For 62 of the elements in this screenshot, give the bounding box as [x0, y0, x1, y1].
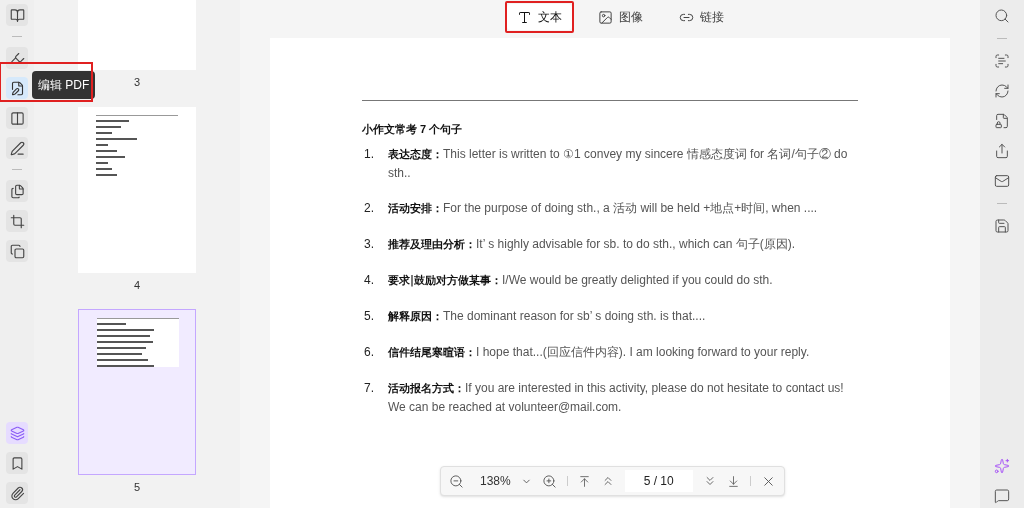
crop-icon	[9, 213, 25, 229]
tool-button[interactable]	[6, 107, 28, 129]
save-icon[interactable]	[994, 218, 1010, 234]
share-icon[interactable]	[994, 143, 1010, 159]
edit-tab[interactable]: 图像	[587, 4, 653, 30]
list-text: 要求|鼓励对方做某事：I/We would be greatly delighted if you could do sth.	[388, 271, 773, 289]
image-icon	[597, 9, 613, 25]
tool-button[interactable]	[6, 47, 28, 69]
tool-button[interactable]	[6, 4, 28, 26]
bookmark-icon	[9, 455, 25, 471]
page-thumbnail[interactable]	[78, 309, 196, 475]
list-text: 活动安排：For the purpose of doing sth., a 活动 will be held +地点+时间, when ....	[388, 199, 818, 217]
book-icon	[9, 7, 25, 23]
sparkle-icon[interactable]	[994, 458, 1010, 474]
edit-tab[interactable]: 链接	[668, 4, 734, 30]
last-page-icon[interactable]	[726, 474, 740, 488]
list-number: 3.	[363, 235, 375, 253]
search-icon[interactable]	[994, 8, 1010, 24]
zoom-out-icon[interactable]	[449, 473, 464, 489]
zoom-in-icon[interactable]	[541, 473, 557, 489]
layers-icon	[9, 425, 25, 441]
highlight-frame	[504, 1, 574, 33]
list-text: 推荐及理由分析：It’ s highly advisable for sb. to do sth., which can 句子(原因).	[388, 235, 795, 253]
tool-button[interactable]	[6, 137, 28, 159]
document-pen-icon	[9, 80, 25, 96]
mail-icon[interactable]	[994, 173, 1010, 189]
list-number: 1.	[363, 145, 375, 163]
list-number: 7.	[363, 379, 375, 397]
tool-button[interactable]	[6, 240, 28, 262]
copy-icon	[9, 243, 25, 259]
text-icon	[516, 9, 532, 25]
columns-icon	[9, 110, 25, 126]
pen-icon	[9, 140, 25, 156]
page-number: 4	[133, 277, 141, 293]
tool-button[interactable]	[6, 210, 28, 232]
list-number: 5.	[363, 307, 375, 325]
list-number: 4.	[363, 271, 375, 289]
list-number: 6.	[363, 343, 375, 361]
paperclip-icon	[9, 485, 25, 501]
zoom-level[interactable]: 138%	[480, 472, 511, 490]
tool-button[interactable]	[6, 77, 28, 99]
list-text: 活动报名方式：If you are interested in this activity, please do not hesitate to contact us! We can be reached at volunteer@mail.com.	[388, 379, 845, 416]
tool-button[interactable]	[6, 180, 28, 202]
list-text: 信件结尾寒暄语：I hope that...(回应信件内容). I am looking forward to your reply.	[388, 343, 810, 361]
page-number: 5	[133, 480, 141, 495]
list-number: 2.	[363, 199, 375, 217]
convert-icon[interactable]	[994, 83, 1010, 99]
edit-tab[interactable]: 文本	[506, 4, 572, 30]
tooltip: 编辑 PDF	[32, 71, 96, 99]
list-text: 解释原因：The dominant reason for sb’ s doing sth. is that....	[388, 307, 706, 325]
comment-icon[interactable]	[994, 488, 1010, 504]
page-number: 3	[133, 75, 141, 90]
list-text: 表达态度：This letter is written to ①1 convey my sincere 情感态度词 for 名词/句子② do sth..	[388, 145, 849, 182]
tool-button[interactable]	[6, 482, 28, 504]
document-heading: 小作文常考 7 个句子	[362, 122, 464, 137]
file-lock-icon[interactable]	[994, 113, 1010, 129]
page-thumbnail[interactable]	[78, 0, 196, 70]
scan-text-icon[interactable]	[994, 53, 1010, 69]
first-page-icon[interactable]	[577, 474, 591, 488]
page-thumbnail[interactable]	[78, 106, 196, 273]
page-field[interactable]: 5 / 10	[624, 470, 693, 492]
pages-icon	[9, 183, 25, 199]
